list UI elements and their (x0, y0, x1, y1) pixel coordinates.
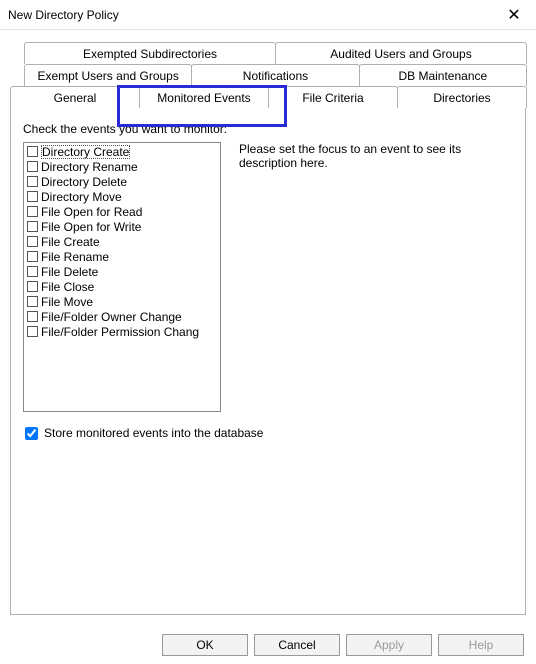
tab-directories[interactable]: Directories (397, 86, 527, 108)
event-item-label: File Rename (41, 250, 109, 264)
checkbox-icon[interactable] (27, 281, 38, 292)
window-title: New Directory Policy (8, 8, 119, 22)
close-icon[interactable]: ✕ (502, 5, 526, 25)
event-item-label: Directory Move (41, 190, 122, 204)
checkbox-icon[interactable] (27, 296, 38, 307)
event-item[interactable]: Directory Delete (25, 174, 219, 189)
help-button[interactable]: Help (438, 634, 524, 656)
checkbox-icon[interactable] (27, 161, 38, 172)
event-item[interactable]: File Rename (25, 249, 219, 264)
event-item[interactable]: File Open for Read (25, 204, 219, 219)
checkbox-icon[interactable] (27, 236, 38, 247)
checkbox-icon[interactable] (27, 311, 38, 322)
tab-general[interactable]: General (10, 86, 140, 108)
event-item[interactable]: File Delete (25, 264, 219, 279)
cancel-button[interactable]: Cancel (254, 634, 340, 656)
event-item-label: Directory Create (41, 145, 130, 159)
event-item[interactable]: File/Folder Owner Change (25, 309, 219, 324)
tab-file-criteria[interactable]: File Criteria (268, 86, 398, 108)
event-item-label: File Move (41, 295, 93, 309)
instruction-text: Check the events you want to monitor: (23, 122, 513, 136)
checkbox-icon[interactable] (27, 206, 38, 217)
tab-panel: Check the events you want to monitor: Di… (10, 107, 526, 615)
store-checkbox[interactable] (25, 427, 38, 440)
checkbox-icon[interactable] (27, 251, 38, 262)
checkbox-icon[interactable] (27, 191, 38, 202)
event-item-label: File Open for Read (41, 205, 142, 219)
content-row: Directory CreateDirectory RenameDirector… (23, 142, 513, 412)
tab-row-2: Exempt Users and Groups Notifications DB… (24, 64, 526, 86)
tab-exempted-subdirectories[interactable]: Exempted Subdirectories (24, 42, 276, 64)
checkbox-icon[interactable] (27, 221, 38, 232)
dialog-body: Exempted Subdirectories Audited Users an… (0, 30, 536, 626)
event-item-label: File/Folder Permission Chang (41, 325, 199, 339)
event-item[interactable]: File Close (25, 279, 219, 294)
event-item[interactable]: File Move (25, 294, 219, 309)
store-label: Store monitored events into the database (44, 426, 263, 440)
event-item[interactable]: Directory Move (25, 189, 219, 204)
event-item-label: File/Folder Owner Change (41, 310, 182, 324)
event-item-label: Directory Delete (41, 175, 127, 189)
tab-row-3: General Monitored Events File Criteria D… (10, 86, 526, 108)
tab-exempt-users-and-groups[interactable]: Exempt Users and Groups (24, 64, 192, 86)
event-item[interactable]: File Open for Write (25, 219, 219, 234)
checkbox-icon[interactable] (27, 146, 38, 157)
event-item-label: File Create (41, 235, 100, 249)
store-row: Store monitored events into the database (23, 426, 513, 440)
event-item-label: File Close (41, 280, 94, 294)
checkbox-icon[interactable] (27, 176, 38, 187)
event-description: Please set the focus to an event to see … (239, 142, 513, 412)
tab-monitored-events[interactable]: Monitored Events (139, 86, 269, 108)
event-list[interactable]: Directory CreateDirectory RenameDirector… (23, 142, 221, 412)
event-item-label: File Open for Write (41, 220, 141, 234)
tab-notifications[interactable]: Notifications (191, 64, 359, 86)
button-bar: OK Cancel Apply Help (0, 626, 536, 664)
event-item[interactable]: Directory Rename (25, 159, 219, 174)
title-bar: New Directory Policy ✕ (0, 0, 536, 30)
checkbox-icon[interactable] (27, 266, 38, 277)
ok-button[interactable]: OK (162, 634, 248, 656)
apply-button[interactable]: Apply (346, 634, 432, 656)
tab-row-1: Exempted Subdirectories Audited Users an… (24, 42, 526, 64)
event-item[interactable]: File/Folder Permission Chang (25, 324, 219, 339)
event-item[interactable]: Directory Create (25, 144, 219, 159)
tab-audited-users-and-groups[interactable]: Audited Users and Groups (275, 42, 527, 64)
checkbox-icon[interactable] (27, 326, 38, 337)
event-item-label: File Delete (41, 265, 98, 279)
event-item[interactable]: File Create (25, 234, 219, 249)
tab-db-maintenance[interactable]: DB Maintenance (359, 64, 527, 86)
event-item-label: Directory Rename (41, 160, 138, 174)
